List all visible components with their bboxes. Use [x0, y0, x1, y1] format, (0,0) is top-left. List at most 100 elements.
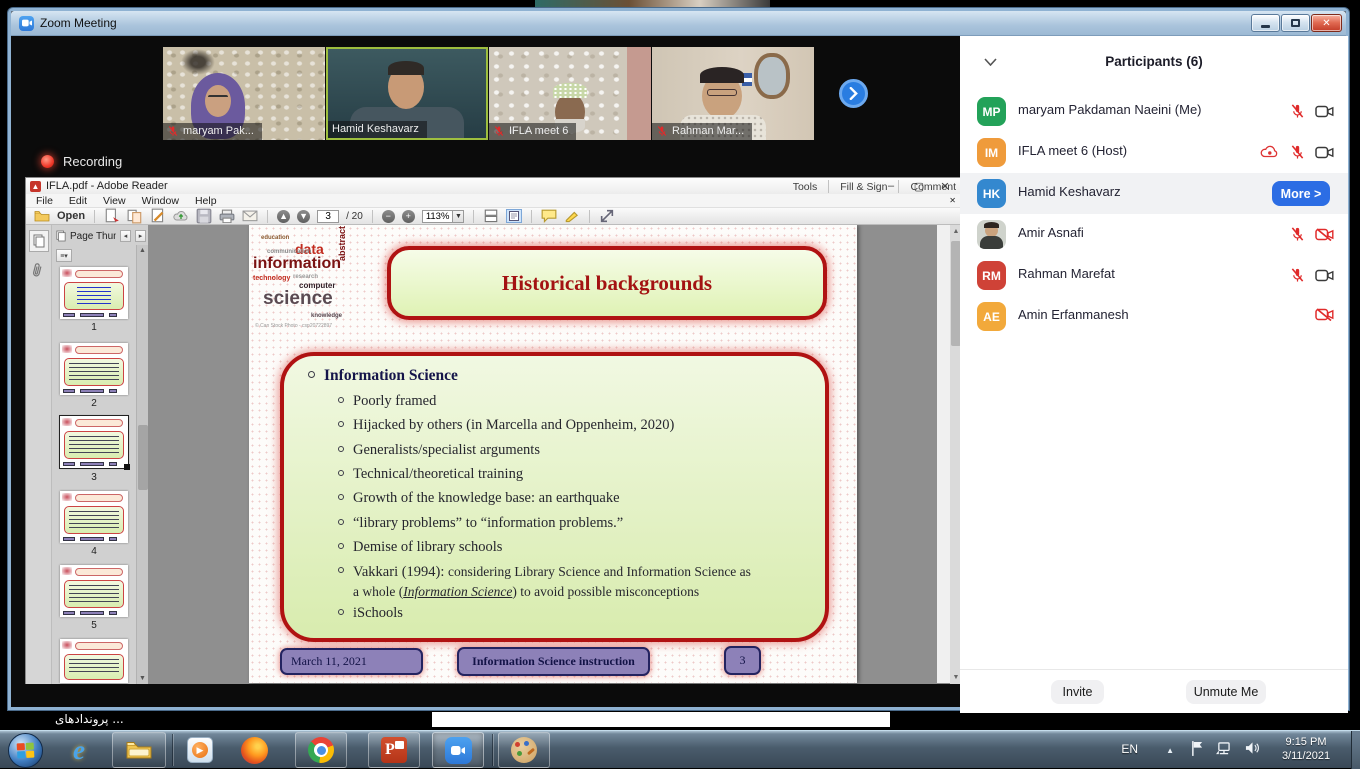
windows-flag-icon — [17, 743, 35, 759]
toolbar-separator — [372, 210, 373, 223]
scrolling-mode-icon[interactable] — [483, 209, 499, 223]
window-title: Zoom Meeting — [40, 16, 117, 30]
minimize-button[interactable] — [1251, 14, 1280, 32]
print-icon[interactable] — [219, 209, 235, 223]
close-toolbar-icon[interactable]: ✕ — [949, 196, 956, 205]
previous-page-button[interactable]: ▲ — [277, 210, 290, 223]
mirror — [754, 53, 790, 99]
menu-window[interactable]: Window — [142, 195, 179, 207]
zoom-title-bar[interactable]: Zoom Meeting — [11, 11, 1346, 36]
taskbar-paint[interactable] — [498, 732, 550, 768]
bullet-circle — [308, 371, 315, 378]
expand-toolbar-icon[interactable] — [599, 209, 615, 223]
participant-row[interactable]: IM IFLA meet 6 (Host) — [960, 132, 1348, 173]
scroll-up-arrow[interactable]: ▲ — [137, 247, 148, 254]
page-thumbnails-panel-icon[interactable] — [29, 230, 49, 252]
send-cloud-icon[interactable] — [173, 209, 189, 223]
page-number-input[interactable] — [317, 210, 339, 223]
open-folder-icon[interactable] — [34, 209, 50, 223]
participant-row[interactable]: Amir Asnafi — [960, 214, 1348, 255]
participant-row[interactable]: AE Amin Erfanmanesh — [960, 296, 1348, 337]
maximize-button[interactable] — [1281, 14, 1310, 32]
next-videos-button[interactable] — [839, 79, 868, 108]
video-tile-hamid-active-speaker[interactable]: Hamid Keshavarz — [326, 47, 488, 140]
attachments-paperclip-icon[interactable] — [31, 261, 44, 285]
thumb-wordcloud — [62, 345, 72, 353]
panel-menu-icon[interactable]: ▸ — [135, 230, 146, 242]
muted-mic-icon — [1290, 226, 1305, 242]
menu-help[interactable]: Help — [195, 195, 217, 207]
zoom-in-button[interactable]: + — [402, 210, 415, 223]
language-indicator[interactable]: EN — [1121, 742, 1138, 756]
email-icon[interactable] — [242, 209, 258, 223]
thumbnail-options-icon[interactable]: ≡▾ — [56, 249, 72, 262]
tab-comment[interactable]: Comment — [910, 181, 956, 193]
thumb-wordcloud — [62, 493, 72, 501]
more-button[interactable]: More > — [1272, 181, 1330, 206]
page-thumbnail-6[interactable] — [60, 639, 128, 683]
menu-file[interactable]: File — [36, 195, 53, 207]
convert-document-icon[interactable] — [127, 209, 143, 223]
thumbnails-scrollbar[interactable]: ▲ ▼ — [136, 245, 148, 684]
avatar: MP — [977, 97, 1006, 126]
slide-bullet: Poorly framed — [338, 392, 436, 411]
zoom-out-button[interactable]: − — [382, 210, 395, 223]
video-name-label: Hamid Keshavarz — [328, 121, 427, 138]
sign-document-icon[interactable] — [150, 209, 166, 223]
wordcloud-word: abstract — [337, 226, 347, 261]
taskbar-internet-explorer[interactable]: e — [62, 734, 96, 766]
open-button[interactable]: Open — [57, 210, 85, 222]
bullet-circle — [338, 470, 344, 476]
tab-fill-sign[interactable]: Fill & Sign — [840, 181, 887, 193]
highlight-pen-icon[interactable] — [564, 209, 580, 223]
participant-row[interactable]: RM Rahman Marefat — [960, 255, 1348, 296]
participant-row[interactable]: MP maryam Pakdaman Naeini (Me) — [960, 91, 1348, 132]
video-tile-ifla-meet-6[interactable]: IFLA meet 6 — [489, 47, 651, 140]
thumbnail-page-number: 5 — [60, 620, 128, 631]
comment-bubble-icon[interactable] — [541, 209, 557, 223]
unmute-me-button[interactable]: Unmute Me — [1186, 680, 1266, 704]
taskbar-firefox[interactable] — [238, 735, 270, 765]
scrollbar-thumb[interactable] — [138, 425, 148, 490]
taskbar-media-player[interactable]: ▶ — [184, 735, 216, 765]
page-thumbnail-3-selected[interactable] — [60, 416, 128, 468]
start-button[interactable] — [8, 733, 43, 768]
menu-view[interactable]: View — [103, 195, 126, 207]
participant-name: Hamid Keshavarz — [1018, 184, 1121, 199]
taskbar-windows-explorer[interactable] — [112, 732, 166, 768]
share-document-icon[interactable] — [104, 209, 120, 223]
show-hidden-icons-chevron[interactable]: ▲ — [1166, 746, 1174, 755]
page-thumbnail-2[interactable] — [60, 343, 128, 395]
taskbar-powerpoint[interactable]: P — [368, 732, 420, 768]
participant-row-hovered[interactable]: HK Hamid Keshavarz More > — [960, 173, 1348, 214]
menu-edit[interactable]: Edit — [69, 195, 87, 207]
page-thumbnail-1[interactable] — [60, 267, 128, 319]
taskbar-clock[interactable]: 9:15 PM 3/11/2021 — [1270, 735, 1342, 763]
camera-off-icon — [1315, 228, 1334, 241]
collapse-panel-icon[interactable]: ◂ — [120, 230, 131, 242]
thumb-body — [64, 654, 124, 680]
page-thumbnail-4[interactable] — [60, 491, 128, 543]
action-center-flag-icon[interactable] — [1191, 740, 1204, 762]
video-tile-maryam[interactable]: maryam Pak... — [163, 47, 325, 140]
zoom-level-value: 113% — [423, 211, 453, 222]
slide-footer-date: March 11, 2021 — [280, 648, 423, 675]
volume-icon[interactable] — [1245, 741, 1260, 760]
fit-page-icon[interactable] — [506, 209, 522, 223]
camera-icon — [1315, 269, 1334, 282]
zoom-level-select[interactable]: 113%▼ — [422, 210, 465, 223]
taskbar-zoom[interactable] — [432, 732, 484, 768]
taskbar-chrome[interactable] — [295, 732, 347, 768]
video-tile-rahman[interactable]: Rahman Mar... — [652, 47, 814, 140]
close-button[interactable]: ✕ — [1311, 14, 1342, 32]
tab-tools[interactable]: Tools — [793, 181, 818, 193]
network-icon[interactable] — [1215, 742, 1232, 760]
page-thumbnail-5[interactable] — [60, 565, 128, 617]
pdf-page[interactable]: education data communication information… — [249, 225, 857, 683]
scroll-down-arrow[interactable]: ▼ — [137, 675, 148, 682]
participants-header: Participants (6) — [960, 46, 1348, 76]
invite-button[interactable]: Invite — [1051, 680, 1104, 704]
show-desktop-button[interactable] — [1351, 731, 1360, 769]
next-page-button[interactable]: ▼ — [297, 210, 310, 223]
save-icon[interactable] — [196, 209, 212, 223]
